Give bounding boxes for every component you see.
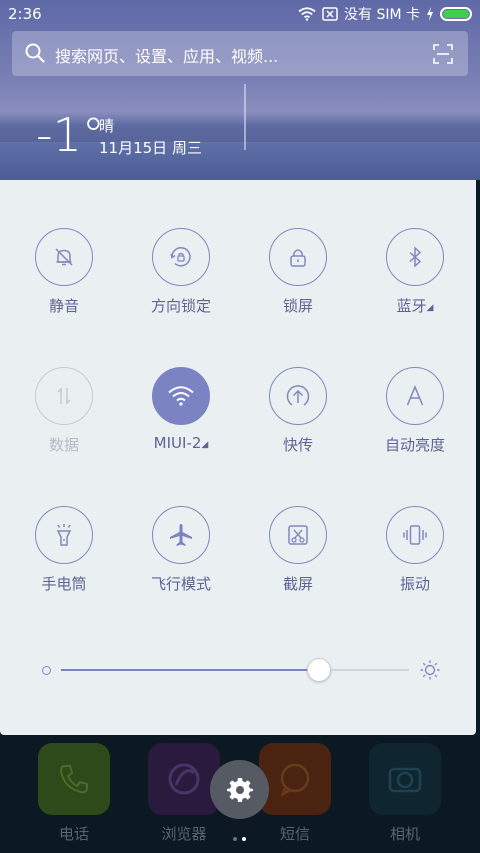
mobile-data-icon	[57, 387, 71, 405]
weather-temperature: -1°	[36, 108, 105, 162]
dock-app-browser[interactable]	[148, 743, 220, 815]
dropdown-indicator-icon: ◢	[201, 440, 209, 450]
tile-label: 截屏	[282, 575, 313, 593]
search-icon	[25, 43, 45, 63]
weather-condition: 晴	[99, 117, 115, 135]
status-icons: 没有 SIM 卡	[298, 4, 472, 24]
search-placeholder: 搜索网页、设置、应用、视频...	[55, 47, 279, 66]
tile-airplane-mode-button[interactable]	[152, 506, 210, 564]
weather-date: 11月15日 周三	[99, 139, 202, 157]
bluetooth-icon	[409, 246, 422, 268]
wifi-status-icon	[298, 7, 316, 21]
dock-app-messages[interactable]	[259, 743, 331, 815]
message-icon	[280, 763, 310, 797]
status-time: 2:36	[8, 5, 42, 23]
dock-app-phone[interactable]	[38, 743, 110, 815]
airplane-icon	[170, 524, 192, 546]
tile-wifi-button[interactable]	[152, 367, 210, 425]
tile-screenshot[interactable]: 截屏	[248, 506, 348, 606]
brightness-slider-fill	[61, 669, 319, 671]
battery-icon	[440, 7, 472, 21]
status-bar: 2:36 没有 SIM 卡	[0, 0, 480, 28]
tile-flashlight[interactable]: 手电筒	[14, 506, 114, 606]
transfer-icon	[286, 385, 310, 406]
rotation-lock-icon	[170, 247, 191, 267]
settings-button[interactable]	[210, 760, 269, 819]
auto-brightness-icon	[406, 385, 424, 406]
tile-vibrate-button[interactable]	[386, 506, 444, 564]
brightness-max-icon	[420, 660, 440, 680]
tile-label: 手电筒	[41, 575, 87, 593]
brightness-slider-track[interactable]	[61, 669, 409, 671]
quick-settings-panel: 静音 方向锁定 锁屏 蓝牙◢ 数据 MIUI-2◢ 快传 自动亮度 手电筒 飞行…	[0, 180, 476, 735]
tile-label: 快传	[282, 436, 313, 454]
wallpaper-mast	[244, 84, 246, 150]
dock-label-browser: 浏览器	[161, 825, 207, 843]
no-sim-icon	[322, 7, 338, 21]
tile-vibrate[interactable]: 振动	[365, 506, 465, 606]
tile-mute-button[interactable]	[35, 228, 93, 286]
bell-mute-icon	[55, 248, 73, 266]
charging-icon	[427, 7, 433, 21]
tile-lock-screen-button[interactable]	[269, 228, 327, 286]
tile-transfer-button[interactable]	[269, 367, 327, 425]
scan-icon[interactable]	[432, 43, 454, 65]
page-dot	[233, 837, 237, 841]
vibrate-icon	[403, 525, 427, 545]
search-bar[interactable]: 搜索网页、设置、应用、视频...	[12, 31, 468, 76]
lock-icon	[290, 249, 306, 267]
tile-label-wifi: MIUI-2◢	[131, 434, 231, 452]
tile-rotation-lock-button[interactable]	[152, 228, 210, 286]
tile-transfer[interactable]: 快传	[248, 367, 348, 467]
dock-label-messages: 短信	[279, 825, 310, 843]
gear-icon	[226, 777, 253, 802]
tile-label: 飞行模式	[150, 575, 211, 593]
tile-label: 静音	[48, 297, 79, 315]
tile-mobile-data-button[interactable]	[35, 367, 93, 425]
camera-icon	[388, 767, 422, 793]
tile-lock-screen[interactable]: 锁屏	[248, 228, 348, 328]
tile-rotation-lock[interactable]: 方向锁定	[131, 228, 231, 328]
flashlight-icon	[56, 524, 72, 546]
tile-bluetooth-button[interactable]	[386, 228, 444, 286]
tile-flashlight-button[interactable]	[35, 506, 93, 564]
tile-label: 振动	[399, 575, 430, 593]
brightness-slider-thumb[interactable]	[307, 658, 331, 682]
tile-label: 数据	[48, 436, 79, 454]
tile-label-text: MIUI-2	[153, 434, 202, 452]
page-indicator	[233, 826, 251, 845]
tile-label: 自动亮度	[384, 436, 445, 454]
carrier-text: 没有 SIM 卡	[344, 7, 420, 23]
tile-mobile-data[interactable]: 数据	[14, 367, 114, 467]
tile-airplane-mode[interactable]: 飞行模式	[131, 506, 231, 606]
dropdown-indicator-icon: ◢	[426, 303, 434, 313]
wifi-icon	[168, 386, 194, 406]
tile-label-text: 蓝牙	[396, 297, 427, 315]
tile-label: 方向锁定	[150, 297, 211, 315]
dock-label-phone: 电话	[58, 825, 89, 843]
tile-bluetooth[interactable]: 蓝牙◢	[365, 228, 465, 328]
page-dot-active	[242, 837, 246, 841]
tile-label: 锁屏	[282, 297, 313, 315]
phone-icon	[59, 765, 88, 794]
dock-label-camera: 相机	[389, 825, 420, 843]
browser-icon	[168, 763, 200, 795]
tile-screenshot-button[interactable]	[269, 506, 327, 564]
tile-mute[interactable]: 静音	[14, 228, 114, 328]
brightness-min-icon	[42, 666, 51, 675]
tile-auto-brightness-button[interactable]	[386, 367, 444, 425]
tile-label-bluetooth: 蓝牙◢	[365, 295, 465, 316]
tile-auto-brightness[interactable]: 自动亮度	[365, 367, 465, 467]
screenshot-icon	[288, 525, 308, 545]
dock-app-camera[interactable]	[369, 743, 441, 815]
tile-wifi[interactable]: MIUI-2◢	[131, 367, 231, 467]
